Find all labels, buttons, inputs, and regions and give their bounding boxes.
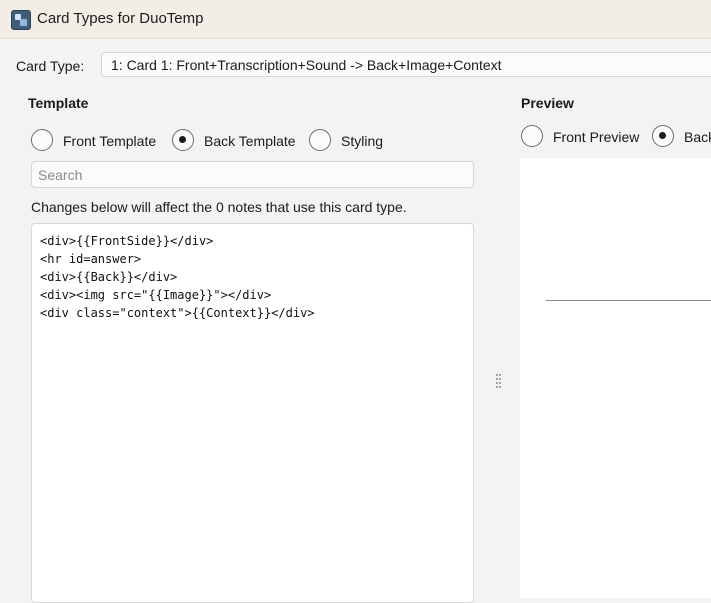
- preview-pane: [520, 158, 711, 598]
- front-template-radio[interactable]: [31, 129, 53, 151]
- template-editor[interactable]: <div>{{FrontSide}}</div> <hr id=answer> …: [31, 223, 474, 603]
- code-line: <div class="context">{{Context}}</div>: [40, 306, 315, 320]
- card-type-label: Card Type:: [16, 58, 85, 74]
- search-input[interactable]: [31, 161, 474, 188]
- answer-divider: [546, 300, 711, 301]
- back-preview-label[interactable]: Back: [684, 129, 711, 145]
- styling-label[interactable]: Styling: [341, 133, 383, 149]
- front-preview-label[interactable]: Front Preview: [553, 129, 639, 145]
- back-template-radio[interactable]: [172, 129, 194, 151]
- code-line: <div>{{FrontSide}}</div>: [40, 234, 214, 248]
- code-line: <div><img src="{{Image}}"></div>: [40, 288, 272, 302]
- affected-notes-info: Changes below will affect the 0 notes th…: [31, 199, 407, 215]
- title-bar: Card Types for DuoTemp: [0, 0, 711, 39]
- code-line: <div>{{Back}}</div>: [40, 270, 178, 284]
- front-template-label[interactable]: Front Template: [63, 133, 156, 149]
- splitter-handle[interactable]: [496, 374, 502, 390]
- styling-radio[interactable]: [309, 129, 331, 151]
- template-heading: Template: [28, 95, 89, 111]
- back-preview-radio[interactable]: [652, 125, 674, 147]
- code-line: <hr id=answer>: [40, 252, 142, 266]
- card-type-select[interactable]: 1: Card 1: Front+Transcription+Sound -> …: [101, 52, 711, 77]
- preview-heading: Preview: [521, 95, 574, 111]
- back-template-label[interactable]: Back Template: [204, 133, 296, 149]
- front-preview-radio[interactable]: [521, 125, 543, 147]
- window-title: Card Types for DuoTemp: [37, 10, 204, 27]
- app-icon: [11, 10, 31, 30]
